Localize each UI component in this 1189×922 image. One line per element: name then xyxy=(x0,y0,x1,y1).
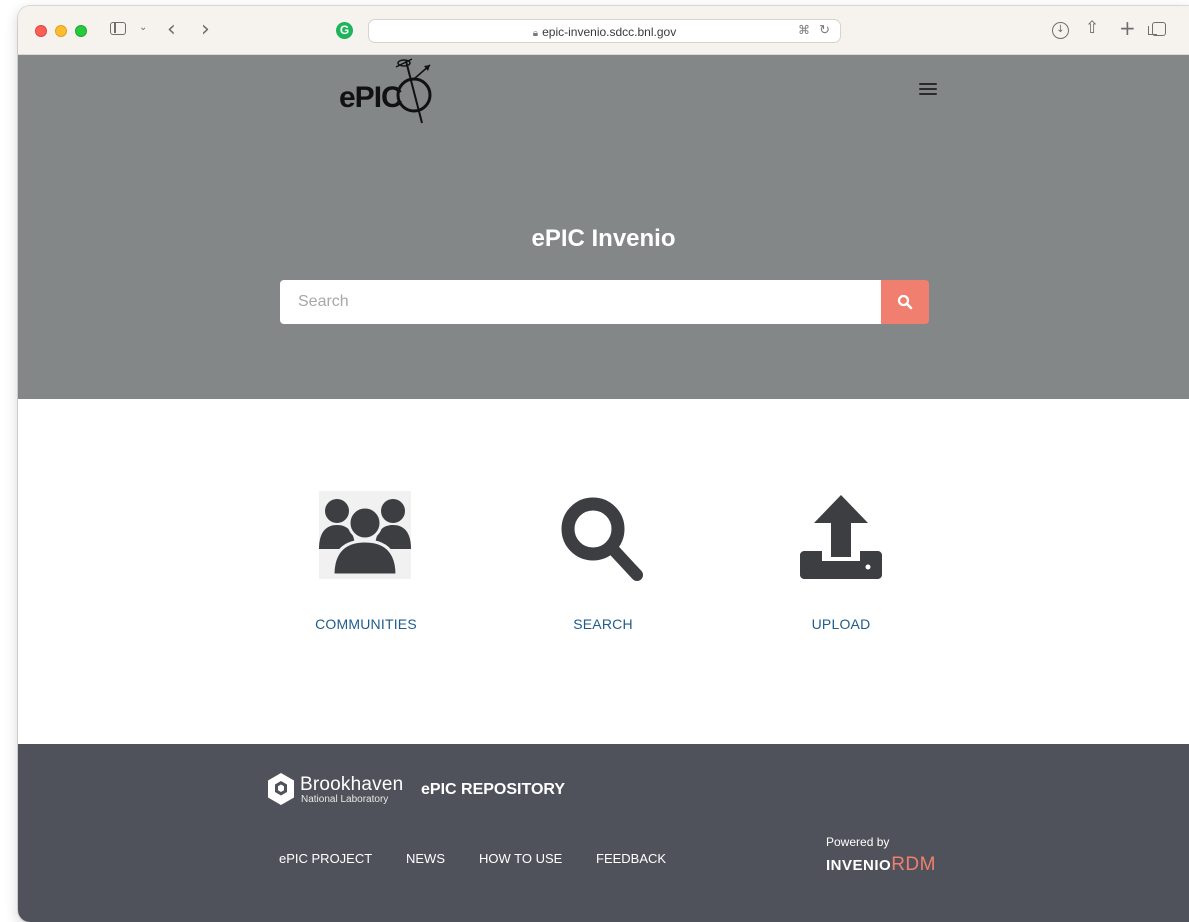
brookhaven-logo[interactable]: Brookhaven National Laboratory xyxy=(266,772,416,808)
communities-label: COMMUNITIES xyxy=(315,616,417,632)
forward-arrow-icon[interactable]: › xyxy=(201,17,210,42)
search-icon xyxy=(897,294,913,310)
upload-tile xyxy=(798,491,884,583)
page-title: ePIC Invenio xyxy=(531,225,676,252)
hamburger-menu-icon[interactable] xyxy=(919,83,937,97)
new-tab-icon[interactable]: + xyxy=(1119,16,1136,40)
minimize-window-button[interactable] xyxy=(55,25,67,37)
logo-text: ePIC xyxy=(339,81,403,114)
sidebar-toggle-icon[interactable] xyxy=(110,22,126,35)
epic-logo[interactable]: ePIC xyxy=(336,55,436,127)
hero-section: ePIC ePIC Invenio xyxy=(18,55,1189,399)
chevron-down-icon[interactable]: ⌄ xyxy=(139,22,147,33)
upload-label: UPLOAD xyxy=(811,616,871,632)
magnifier-icon xyxy=(561,497,643,581)
tab-overview-icon[interactable] xyxy=(1148,22,1166,36)
footer-link-feedback[interactable]: FEEDBACK xyxy=(596,851,666,866)
footer: Brookhaven National Laboratory ePIC REPO… xyxy=(18,744,1189,922)
footer-link-how-to-use[interactable]: HOW TO USE xyxy=(479,851,562,866)
upload-link[interactable]: UPLOAD xyxy=(761,491,921,632)
search-bar xyxy=(280,280,929,324)
search-input[interactable] xyxy=(280,280,881,324)
share-icon[interactable]: ⇧ xyxy=(1085,18,1099,38)
lock-icon: 🔒︎ xyxy=(532,28,539,39)
search-link[interactable]: SEARCH xyxy=(523,491,683,632)
footer-link-news[interactable]: NEWS xyxy=(406,851,445,866)
powered-by-text: Powered by xyxy=(826,835,890,849)
inveniordm-logo[interactable]: INVENIORDM xyxy=(826,854,936,878)
address-bar[interactable]: 🔒︎ epic-invenio.sdcc.bnl.gov ⌘ ↻ xyxy=(368,19,841,43)
url-text: epic-invenio.sdcc.bnl.gov xyxy=(542,25,677,39)
communities-tile xyxy=(319,491,411,579)
download-icon[interactable]: ↓ xyxy=(1052,22,1069,39)
users-icon xyxy=(319,499,411,577)
communities-link[interactable]: COMMUNITIES xyxy=(286,491,446,632)
browser-toolbar: ⌄ ‹ › G 🔒︎ epic-invenio.sdcc.bnl.gov ⌘ ↻ … xyxy=(18,6,1189,55)
zoom-window-button[interactable] xyxy=(75,25,87,37)
search-label: SEARCH xyxy=(573,616,633,632)
upload-icon xyxy=(800,495,882,579)
footer-link-epic-project[interactable]: ePIC PROJECT xyxy=(279,851,372,866)
browser-window: ⌄ ‹ › G 🔒︎ epic-invenio.sdcc.bnl.gov ⌘ ↻ … xyxy=(18,6,1189,922)
search-tile xyxy=(559,495,649,585)
reload-icon[interactable]: ↻ xyxy=(819,22,830,38)
search-button[interactable] xyxy=(881,280,929,324)
invenio-wordmark: INVENIO xyxy=(826,857,892,874)
translate-icon[interactable]: ⌘ xyxy=(798,23,810,37)
back-arrow-icon[interactable]: ‹ xyxy=(167,17,176,42)
repository-title: ePIC REPOSITORY xyxy=(421,781,566,798)
brand-subtitle: National Laboratory xyxy=(301,794,389,805)
brand-name: Brookhaven xyxy=(300,774,404,795)
address-text: 🔒︎ epic-invenio.sdcc.bnl.gov xyxy=(369,25,840,39)
rdm-wordmark: RDM xyxy=(891,854,936,875)
close-window-button[interactable] xyxy=(35,25,47,37)
grammarly-extension-icon[interactable]: G xyxy=(336,22,353,39)
brookhaven-hexagon-icon xyxy=(268,773,294,805)
